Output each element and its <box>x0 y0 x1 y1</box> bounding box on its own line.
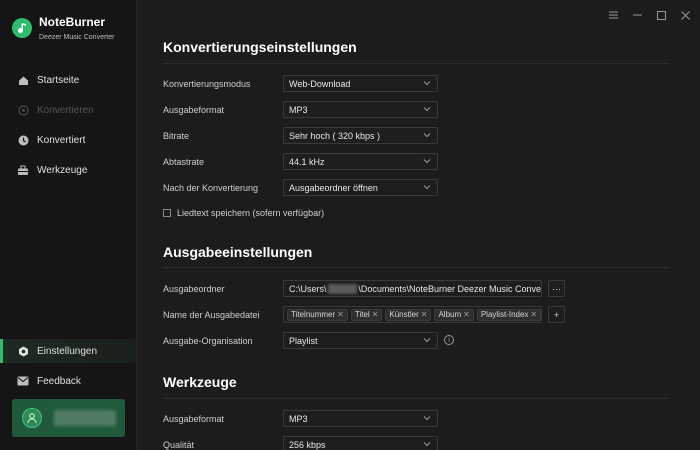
filename-tag[interactable]: Playlist-Index ✕ <box>476 308 541 321</box>
user-account-box[interactable] <box>12 399 125 437</box>
chevron-down-icon <box>423 133 431 138</box>
save-lyrics-option[interactable]: Liedtext speichern (sofern verfügbar) <box>163 208 324 218</box>
chevron-down-icon <box>423 442 431 447</box>
section-title-output: Ausgabeeinstellungen <box>163 244 313 260</box>
output-folder-suffix: \Documents\NoteBurner Deezer Music Conve <box>358 283 541 294</box>
chevron-down-icon <box>423 185 431 190</box>
home-icon <box>17 74 29 86</box>
sidebar-item-konvertieren[interactable]: Konvertieren <box>0 98 136 122</box>
clock-icon <box>17 134 29 146</box>
output-filename-tags[interactable]: Titelnummer ✕ Titel ✕ Künstler ✕ Album ✕ Pla… <box>283 306 542 323</box>
noteburner-logo-icon <box>12 18 32 38</box>
tools-format-label: Ausgabeformat <box>163 414 225 424</box>
tools-format-value: MP3 <box>289 413 308 424</box>
remove-tag-icon[interactable]: ✕ <box>463 310 470 319</box>
output-folder-label: Ausgabeordner <box>163 284 225 294</box>
output-format-value: MP3 <box>289 104 308 115</box>
sidebar-item-label: Konvertiert <box>37 134 86 146</box>
add-tag-button[interactable]: + <box>548 306 565 323</box>
toolbox-icon <box>17 164 29 176</box>
remove-tag-icon[interactable]: ✕ <box>530 310 537 319</box>
output-organization-select[interactable]: Playlist <box>283 332 438 349</box>
close-icon[interactable] <box>680 10 690 20</box>
info-icon[interactable]: i <box>444 335 454 345</box>
sidebar-item-feedback[interactable]: Feedback <box>0 369 136 393</box>
sidebar: NoteBurner Deezer Music Converter Starts… <box>0 0 137 450</box>
minimize-icon[interactable] <box>632 10 642 20</box>
divider <box>163 398 669 399</box>
remove-tag-icon[interactable]: ✕ <box>421 310 428 319</box>
scrollbar[interactable] <box>694 0 700 450</box>
window-controls <box>608 10 690 20</box>
chevron-down-icon <box>423 107 431 112</box>
app-title: NoteBurner <box>39 15 106 29</box>
menu-icon[interactable] <box>608 10 618 20</box>
conversion-mode-label: Konvertierungsmodus <box>163 79 251 89</box>
divider <box>163 267 669 268</box>
sidebar-item-label: Feedback <box>37 375 81 387</box>
brand: NoteBurner Deezer Music Converter <box>12 15 114 42</box>
remove-tag-icon[interactable]: ✕ <box>372 310 379 319</box>
tools-quality-value: 256 kbps <box>289 439 326 450</box>
samplerate-label: Abtastrate <box>163 157 205 167</box>
tools-quality-select[interactable]: 256 kbps <box>283 436 438 450</box>
user-name-redacted <box>54 410 116 426</box>
mail-icon <box>17 375 29 387</box>
username-redacted <box>327 283 358 294</box>
chevron-down-icon <box>423 81 431 86</box>
output-filename-label: Name der Ausgabedatei <box>163 310 260 320</box>
after-conversion-label: Nach der Konvertierung <box>163 183 259 193</box>
samplerate-value: 44.1 kHz <box>289 156 325 167</box>
settings-panel: Konvertierungseinstellungen Konvertierun… <box>138 0 700 450</box>
output-folder-prefix: C:\Users\ <box>289 283 327 294</box>
save-lyrics-label: Liedtext speichern (sofern verfügbar) <box>177 208 325 218</box>
tools-format-select[interactable]: MP3 <box>283 410 438 427</box>
filename-tag[interactable]: Album ✕ <box>434 308 474 321</box>
save-lyrics-checkbox[interactable] <box>163 209 171 217</box>
remove-tag-icon[interactable]: ✕ <box>337 310 344 319</box>
output-format-select[interactable]: MP3 <box>283 101 438 118</box>
sidebar-item-label: Einstellungen <box>37 345 98 357</box>
output-organization-value: Playlist <box>289 335 318 346</box>
settings-icon <box>17 345 29 357</box>
filename-tag[interactable]: Titelnummer ✕ <box>287 308 348 321</box>
sidebar-item-konvertiert[interactable]: Konvertiert <box>0 128 136 152</box>
sidebar-item-label: Konvertieren <box>37 104 94 116</box>
chevron-down-icon <box>423 159 431 164</box>
tools-quality-label: Qualität <box>163 440 195 450</box>
convert-icon <box>17 104 29 116</box>
chevron-down-icon <box>423 338 431 343</box>
section-title-conversion: Konvertierungseinstellungen <box>163 39 357 55</box>
conversion-mode-select[interactable]: Web-Download <box>283 75 438 92</box>
conversion-mode-value: Web-Download <box>289 78 351 89</box>
browse-folder-button[interactable]: ··· <box>548 280 565 297</box>
bitrate-select[interactable]: Sehr hoch ( 320 kbps ) <box>283 127 438 144</box>
after-conversion-value: Ausgabeordner öffnen <box>289 182 378 193</box>
bitrate-label: Bitrate <box>163 131 190 141</box>
after-conversion-select[interactable]: Ausgabeordner öffnen <box>283 179 438 196</box>
bitrate-value: Sehr hoch ( 320 kbps ) <box>289 130 381 141</box>
output-folder-input[interactable]: C:\Users\ \Documents\NoteBurner Deezer Mu… <box>283 280 542 297</box>
sidebar-item-label: Werkzeuge <box>37 164 88 176</box>
sidebar-item-startseite[interactable]: Startseite <box>0 68 136 92</box>
app-subtitle: Deezer Music Converter <box>39 34 115 41</box>
output-organization-label: Ausgabe-Organisation <box>163 336 253 346</box>
sidebar-item-label: Startseite <box>37 74 80 86</box>
chevron-down-icon <box>423 416 431 421</box>
section-title-tools: Werkzeuge <box>163 374 237 390</box>
samplerate-select[interactable]: 44.1 kHz <box>283 153 438 170</box>
maximize-icon[interactable] <box>656 10 666 20</box>
sidebar-item-einstellungen[interactable]: Einstellungen <box>0 339 136 363</box>
sidebar-item-werkzeuge[interactable]: Werkzeuge <box>0 158 136 182</box>
output-format-label: Ausgabeformat <box>163 105 225 115</box>
filename-tag[interactable]: Künstler ✕ <box>385 308 432 321</box>
divider <box>163 63 669 64</box>
avatar-icon <box>22 408 42 428</box>
filename-tag[interactable]: Titel ✕ <box>350 308 383 321</box>
